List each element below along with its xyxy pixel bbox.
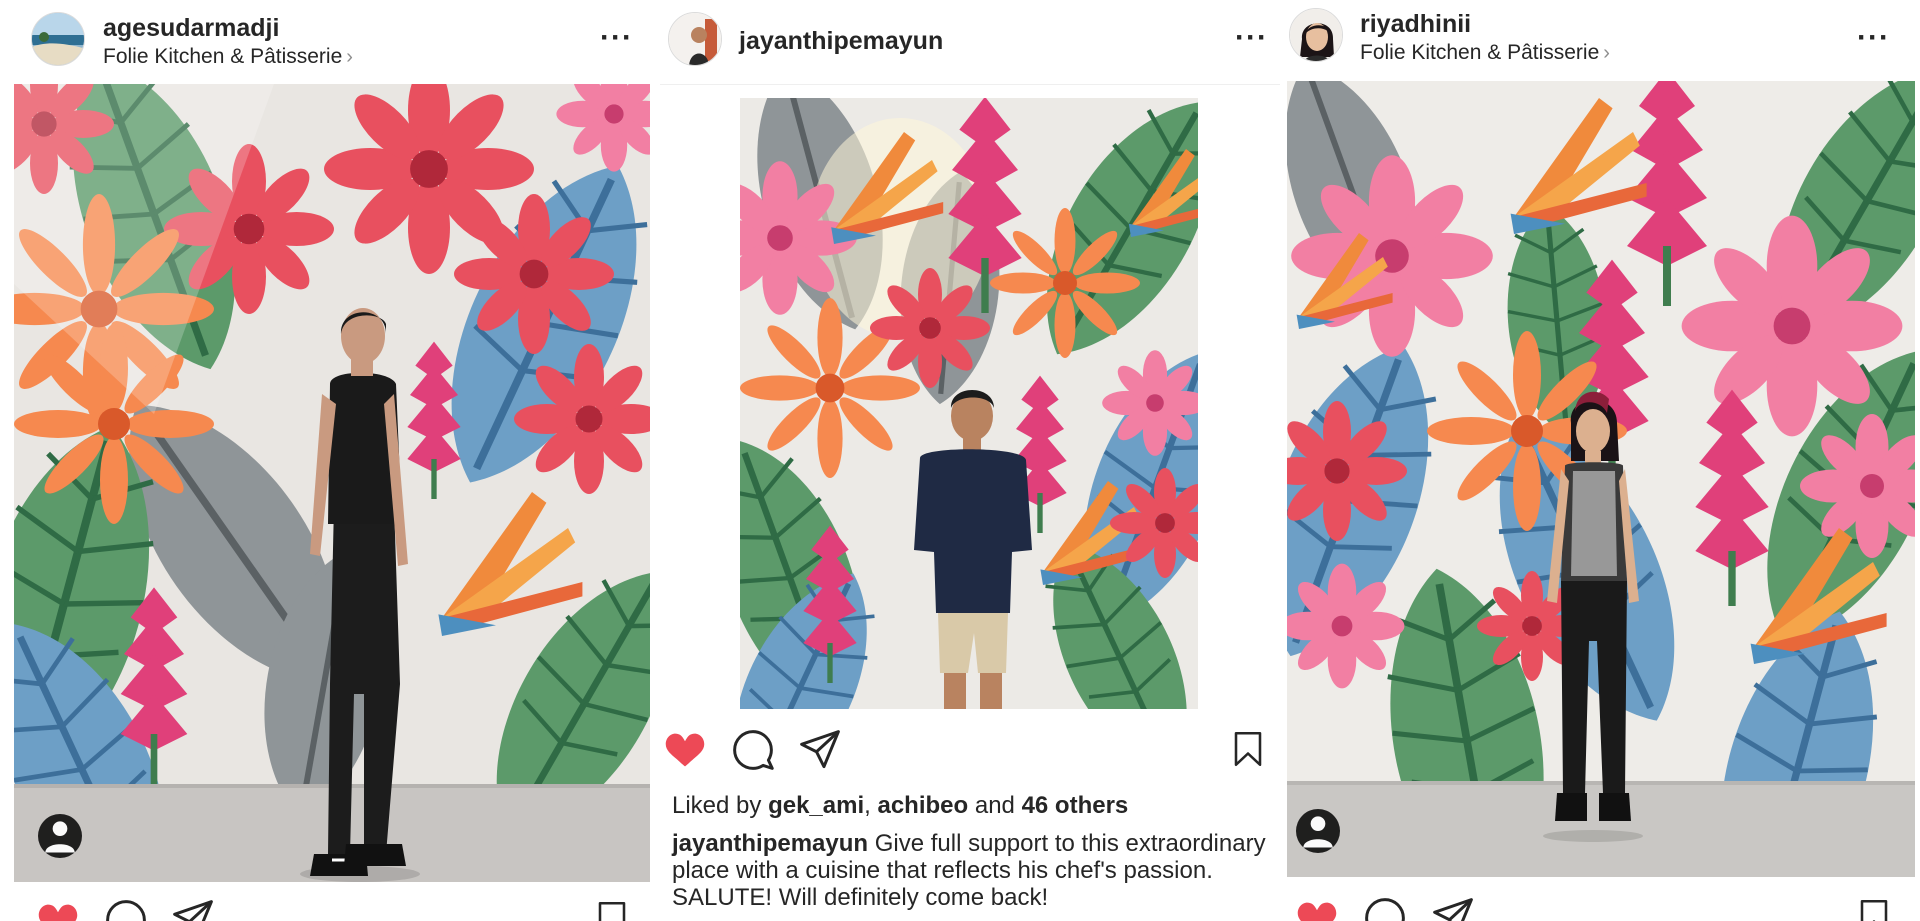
comment-button[interactable] [1364,897,1406,921]
avatar[interactable] [668,12,722,66]
heart-icon [36,899,80,921]
chevron-right-icon: › [346,46,353,68]
save-button[interactable] [1856,897,1892,921]
username[interactable]: riyadhinii [1360,10,1471,39]
like-button[interactable] [663,728,707,772]
paper-plane-icon [799,729,841,771]
person-tag-icon [1303,816,1333,848]
share-button[interactable] [1432,897,1474,921]
like-button[interactable] [1295,897,1339,921]
comment-icon [1364,897,1406,921]
more-options-button[interactable]: ··· [1857,23,1890,53]
post-riyadhinii: riyadhinii Folie Kitchen & Pâtisserie › ·… [1280,0,1920,921]
post-header: jayanthipemayun ··· [660,0,1280,84]
comment-icon [105,899,147,921]
post-photo[interactable] [740,98,1198,709]
avatar[interactable] [31,12,85,66]
comment-icon [732,729,774,771]
share-button[interactable] [172,899,214,921]
location-link[interactable]: Folie Kitchen & Pâtisserie › [1360,41,1610,65]
paper-plane-icon [172,899,214,921]
post-photo[interactable] [1287,81,1915,877]
bookmark-icon [1856,897,1892,921]
post-jayanthipemayun: jayanthipemayun ··· Liked by gek_ami, ac… [660,0,1280,921]
liker-username[interactable]: gek_ami [768,792,864,819]
heart-icon [1295,897,1339,921]
post-header: riyadhinii Folie Kitchen & Pâtisserie › ·… [1280,0,1920,84]
caption-username[interactable]: jayanthipemayun [672,830,868,857]
save-button[interactable] [1230,729,1266,769]
share-button[interactable] [799,729,841,771]
post-agesudarmadji: agesudarmadji Folie Kitchen & Pâtisserie… [0,0,660,921]
post-caption: jayanthipemayun Give full support to thi… [672,830,1272,911]
location-link[interactable]: Folie Kitchen & Pâtisserie › [103,45,353,69]
header-divider [660,84,1280,85]
username[interactable]: jayanthipemayun [739,27,943,56]
mural-photo-image [14,84,650,882]
save-button[interactable] [594,899,630,921]
post-header: agesudarmadji Folie Kitchen & Pâtisserie… [0,0,660,84]
avatar-image [32,13,84,65]
likes-separator: , [864,792,871,819]
likes-others-count[interactable]: 46 others [1022,792,1129,819]
avatar-image [1290,9,1342,61]
more-options-button[interactable]: ··· [600,23,633,53]
avatar[interactable] [1289,8,1343,62]
location-label: Folie Kitchen & Pâtisserie [1360,41,1600,64]
chevron-right-icon: › [1603,42,1610,64]
comment-button[interactable] [732,729,774,771]
comment-button[interactable] [105,899,147,921]
likes-prefix: Liked by [672,792,762,819]
liker-username[interactable]: achibeo [877,792,968,819]
post-photo[interactable] [14,84,650,882]
more-options-button[interactable]: ··· [1235,23,1268,53]
tagged-people-button[interactable] [38,814,82,858]
avatar-image [669,13,721,65]
likes-conjunction: and [974,792,1015,819]
like-button[interactable] [36,899,80,921]
person-tag-icon [45,821,75,853]
username[interactable]: agesudarmadji [103,14,279,43]
tagged-people-button[interactable] [1296,809,1340,853]
location-label: Folie Kitchen & Pâtisserie [103,45,343,68]
bookmark-icon [1230,729,1266,769]
likes-summary[interactable]: Liked by gek_ami, achibeo and 46 others [672,792,1128,820]
heart-icon [663,728,707,772]
bookmark-icon [594,899,630,921]
mural-photo-image [740,98,1198,709]
paper-plane-icon [1432,897,1474,921]
mural-photo-image [1287,81,1915,877]
